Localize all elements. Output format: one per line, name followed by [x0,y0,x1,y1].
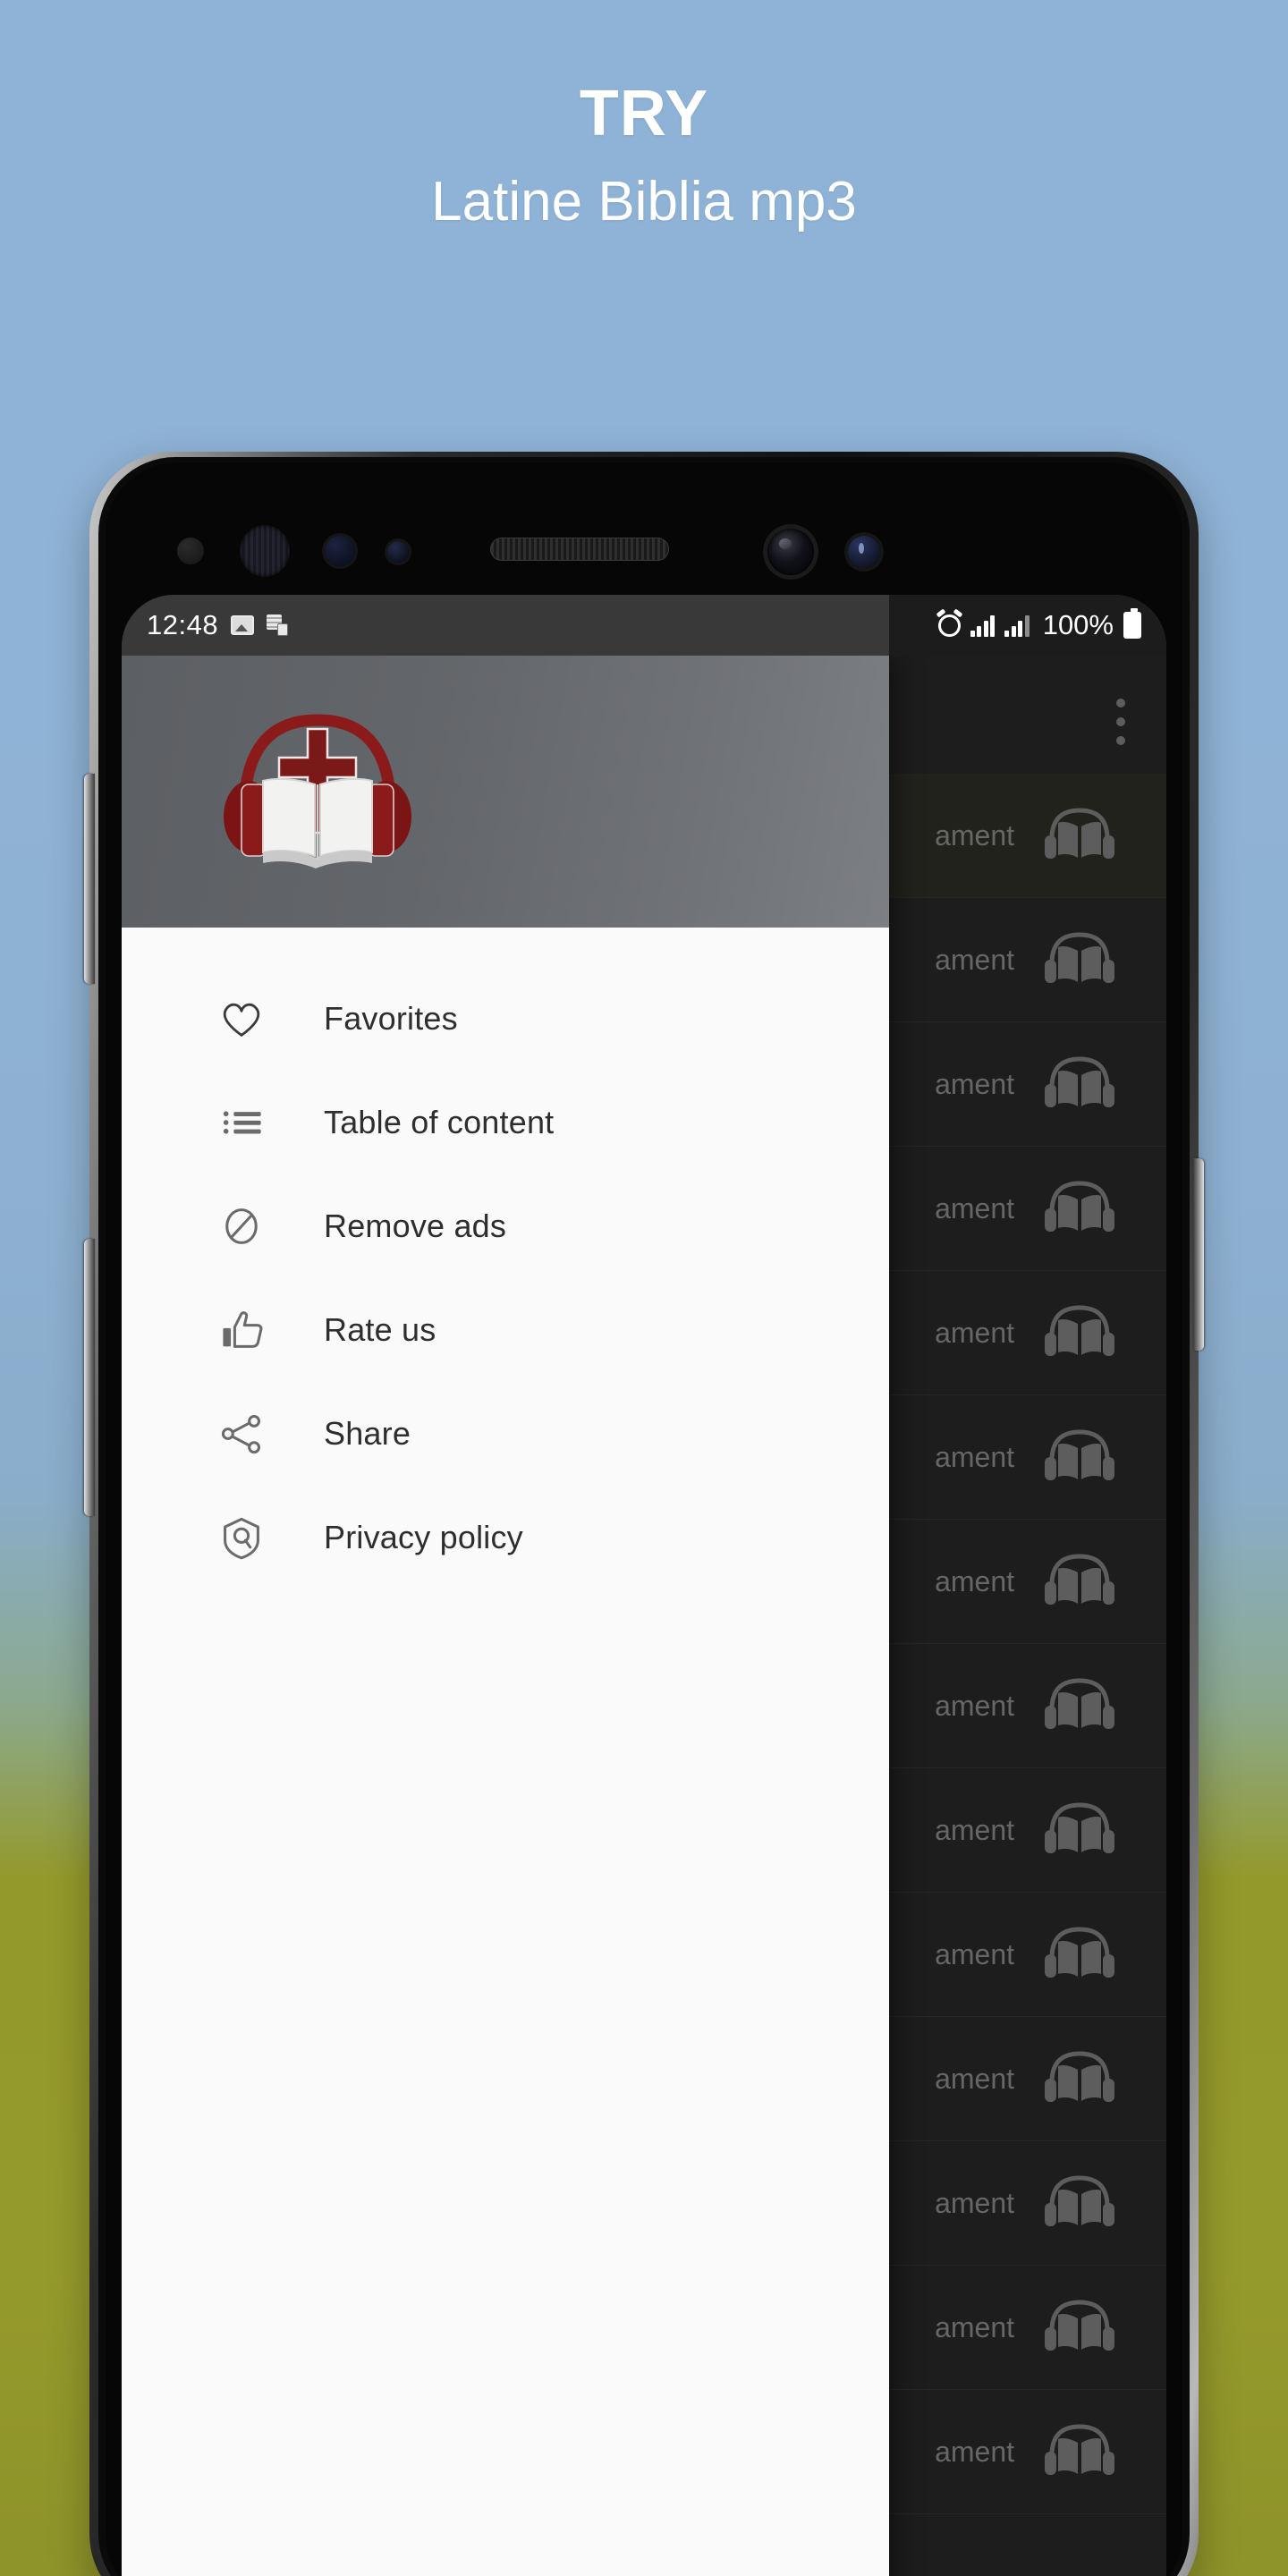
status-bar-left: 12:48 [147,609,289,641]
phone-bezel: ament ament ament ament ament ament amen… [106,462,1182,2576]
share-icon [215,1407,268,1461]
navigation-drawer: Favorites Table of content Remove ads Ra… [122,656,890,2576]
status-bar-right: 100% [937,608,1141,641]
drawer-item-label: Rate us [324,1311,436,1348]
thumbs-up-icon [215,1303,268,1357]
phone-device-mockup: ament ament ament ament ament ament amen… [84,452,1204,2576]
image-icon [231,615,255,635]
promo-subtitle: Latine Biblia mp3 [431,170,857,233]
iris-camera-icon [325,536,355,566]
drawer-item-table-of-content[interactable]: Table of content [122,1071,889,1174]
drawer-menu-list: Favorites Table of content Remove ads Ra… [122,928,890,2576]
signal-icon [970,614,996,637]
audiobook-row-label: ament [935,1937,1014,1970]
audiobook-icon [1041,2295,1118,2360]
audiobook-icon [1041,2046,1118,2111]
drawer-header [122,656,890,928]
sensor-row [106,518,1182,580]
audiobook-icon [1041,2419,1118,2484]
status-time: 12:48 [147,609,219,640]
audiobook-icon [1041,1798,1118,1862]
audiobook-row-label: ament [935,943,1014,976]
heart-icon [215,992,268,1046]
audiobook-row-label: ament [935,2062,1014,2095]
audiobook-row-label: ament [935,2186,1014,2219]
led-indicator-icon [848,536,880,568]
audiobook-icon [1041,1922,1118,1987]
audiobook-icon [1041,1549,1118,1614]
audiobook-row-label: ament [935,818,1014,852]
shield-icon [215,1511,268,1564]
audiobook-icon [1041,1425,1118,1489]
drawer-item-label: Table of content [324,1104,555,1140]
audiobook-icon [1041,1052,1118,1116]
audiobook-icon [1041,1176,1118,1241]
audiobook-row-label: ament [935,1067,1014,1100]
drawer-item-label: Favorites [324,1000,458,1037]
drawer-item-remove-ads[interactable]: Remove ads [122,1174,889,1278]
iris-scanner-icon [240,525,290,577]
drawer-item-privacy-policy[interactable]: Privacy policy [122,1486,889,1589]
power-button[interactable] [1193,1158,1204,1351]
light-sensor-icon [387,541,409,563]
drawer-item-rate-us[interactable]: Rate us [122,1278,889,1382]
list-icon [215,1096,268,1149]
earpiece-speaker-icon [490,538,669,561]
audiobook-row-label: ament [935,1813,1014,1846]
drawer-item-share[interactable]: Share [122,1382,889,1486]
bible-headphones-logo-icon [215,706,420,877]
audiobook-row-label: ament [935,1689,1014,1722]
volume-button[interactable] [84,1239,95,1516]
battery-icon [1123,608,1141,639]
block-icon [215,1199,268,1253]
promo-title: TRY [579,78,709,149]
audiobook-icon [1041,1301,1118,1365]
audiobook-row-label: ament [935,1440,1014,1473]
drawer-item-label: Share [324,1415,411,1452]
signal-icon-secondary [1004,614,1030,637]
battery-percent: 100% [1042,609,1114,640]
audiobook-row-label: ament [935,2435,1014,2468]
audiobook-icon [1041,1674,1118,1738]
bixby-button[interactable] [84,774,95,984]
audiobook-icon [1041,2171,1118,2235]
phone-screen: ament ament ament ament ament ament amen… [122,595,1166,2576]
alarm-icon [937,614,961,637]
audiobook-row-label: ament [935,1191,1014,1224]
audiobook-row-label: ament [935,1316,1014,1349]
status-bar: 12:48 100% [122,595,1166,656]
promo-screenshot: TRY Latine Biblia mp3 ament ament ament … [0,0,1288,2576]
drawer-item-label: Remove ads [324,1208,507,1244]
audiobook-icon [1041,928,1118,992]
proximity-sensor-icon [177,538,204,564]
audiobook-row-label: ament [935,2310,1014,2343]
task-icon [267,614,289,636]
audiobook-icon [1041,803,1118,868]
drawer-item-favorites[interactable]: Favorites [122,967,889,1071]
promo-heading-block: TRY Latine Biblia mp3 [0,80,1288,233]
audiobook-row-label: ament [935,1564,1014,1597]
drawer-item-label: Privacy policy [324,1519,523,1555]
overflow-menu-icon[interactable] [1116,699,1125,755]
front-camera-icon [767,529,814,575]
